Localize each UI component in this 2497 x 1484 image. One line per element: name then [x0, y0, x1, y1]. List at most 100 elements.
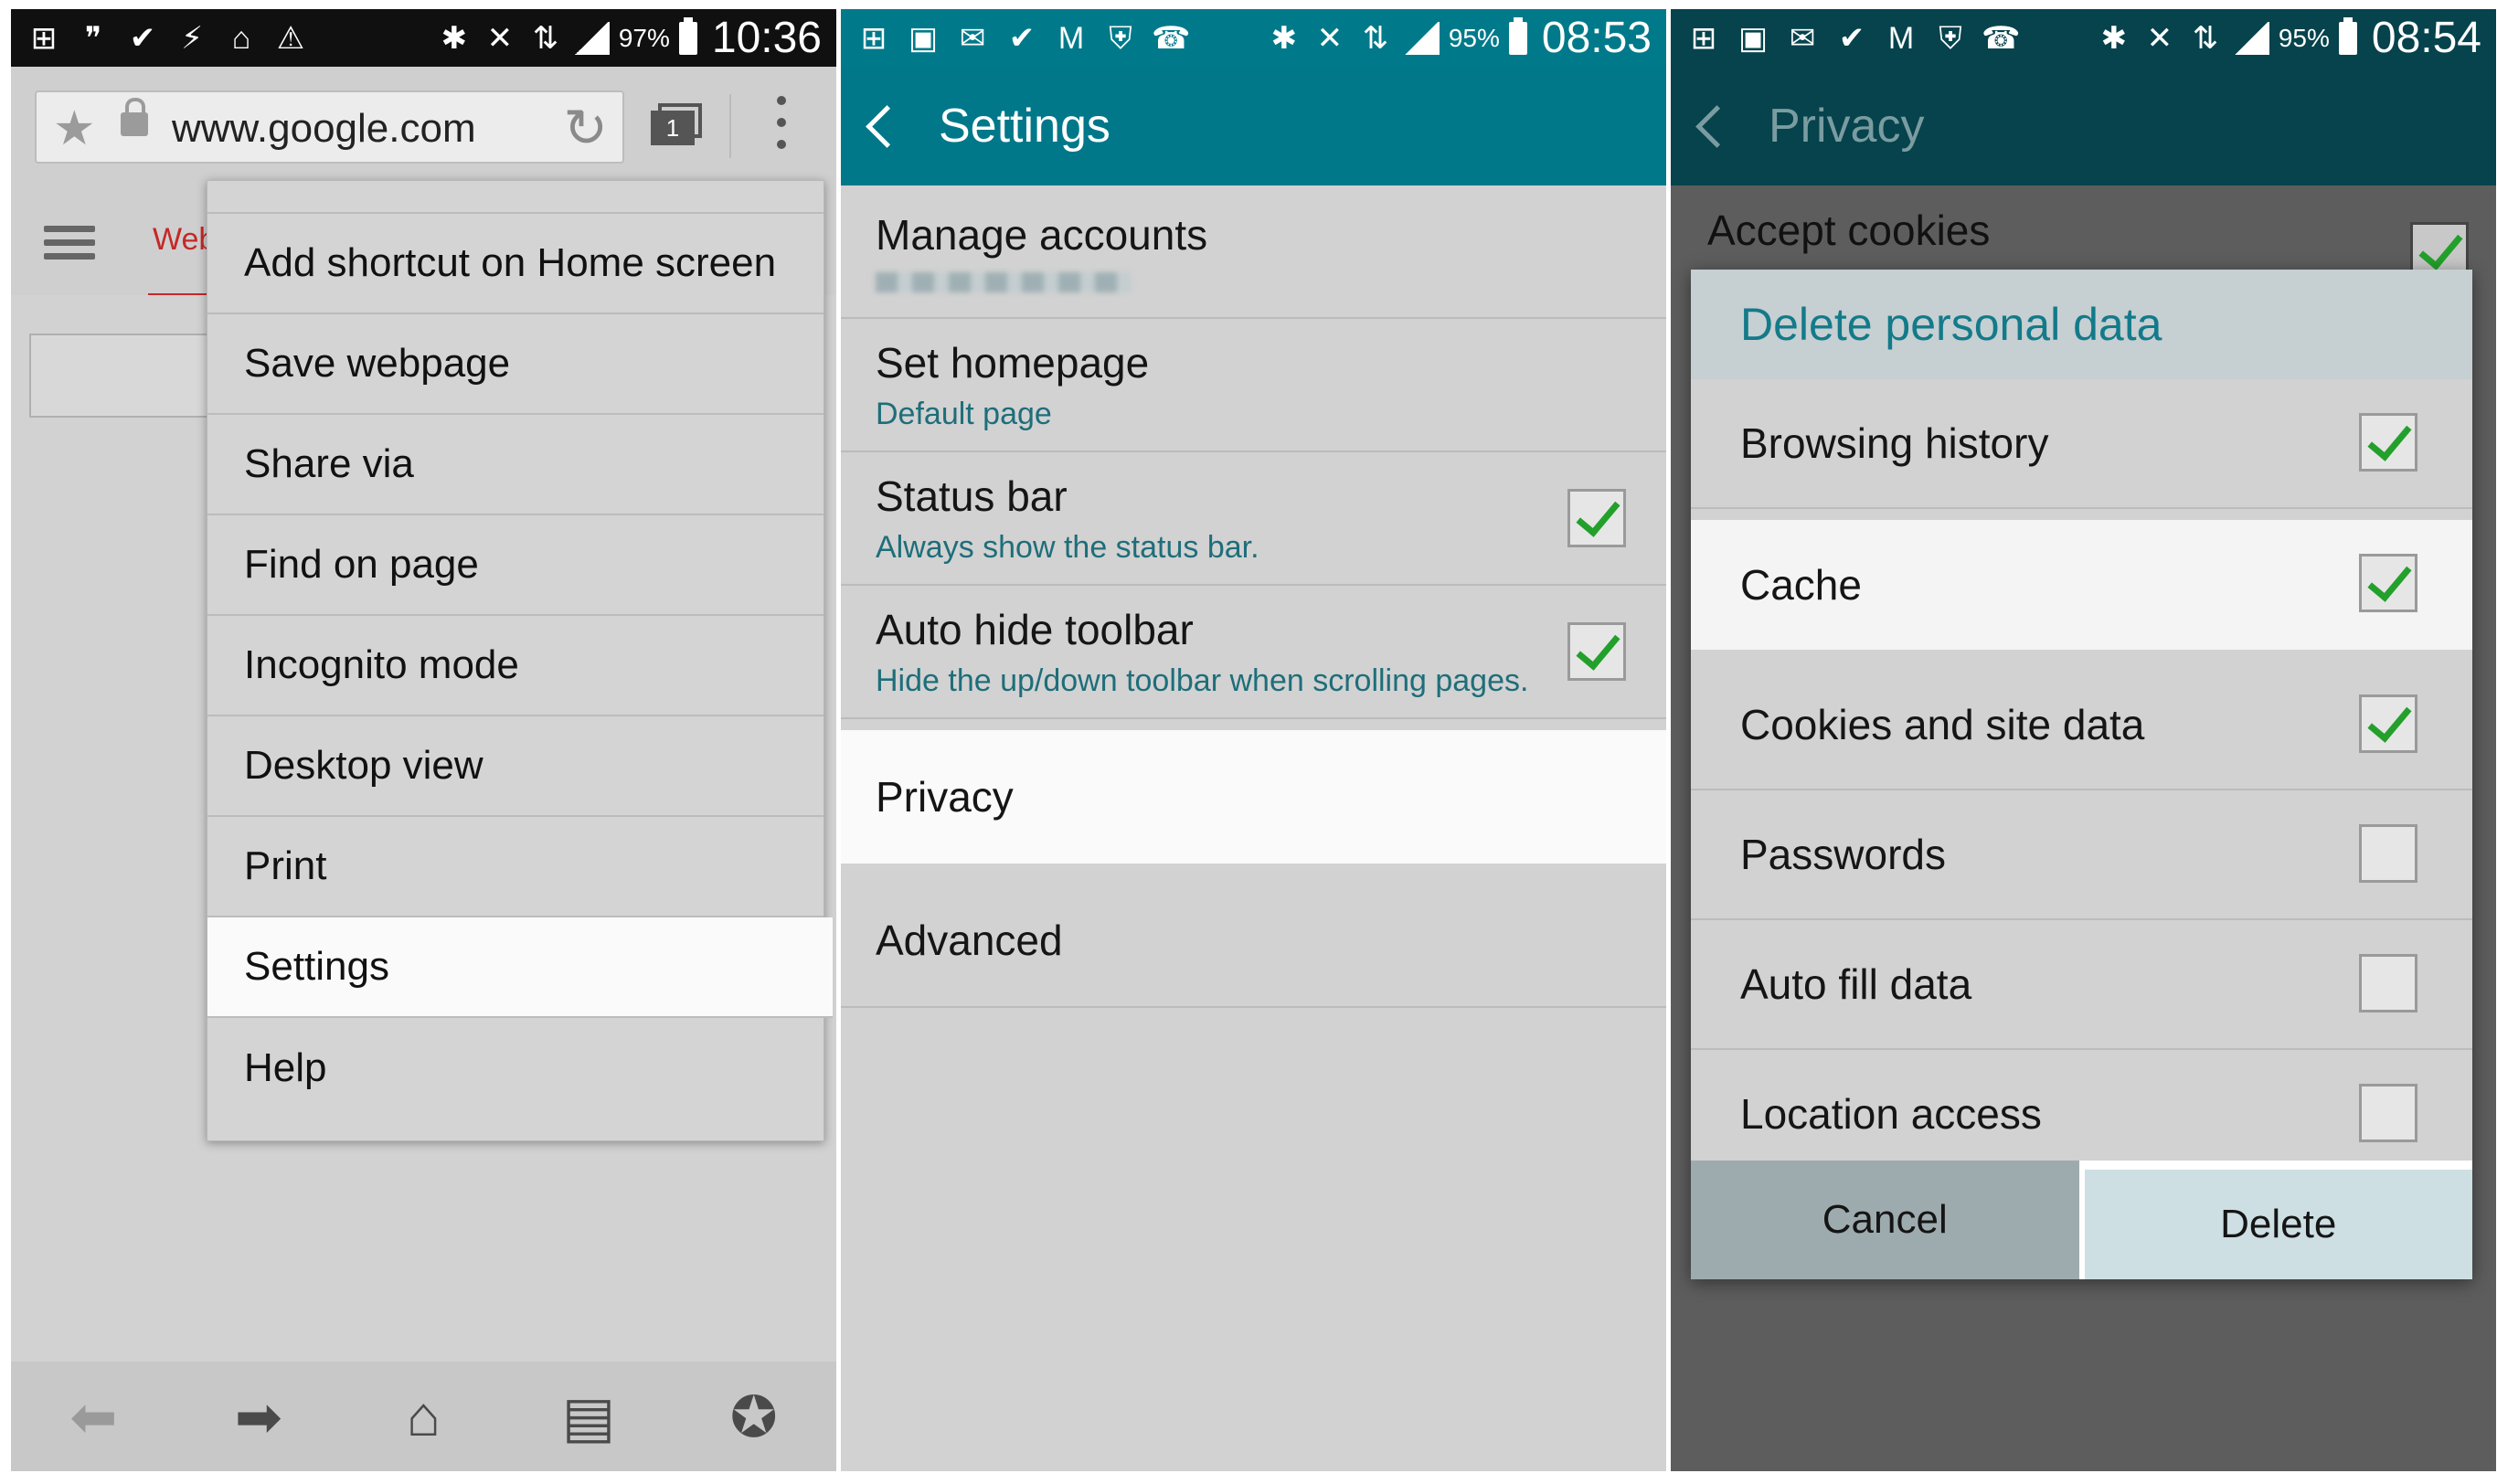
add-notification-icon: ⊞ [860, 20, 887, 56]
shield-icon: ⛨ [1109, 20, 1132, 56]
mute-icon: ✕ [486, 20, 514, 56]
check-shield-icon: ✔ [129, 20, 156, 56]
setting-status-bar[interactable]: Status bar Always show the status bar. [841, 452, 1666, 586]
battery-percent: 95% [2278, 23, 2330, 52]
gmail-icon: M [1887, 20, 1915, 56]
settings-panel: ⊞ ▣ ✉ ✔ M ⛨ ☎ ✱ ✕ ⇅ 95% 08:53 Settings M… [841, 9, 1666, 1471]
bookmarks-icon[interactable]: ✪ [717, 1383, 791, 1450]
setting-auto-hide-toolbar[interactable]: Auto hide toolbar Hide the up/down toolb… [841, 586, 1666, 719]
hamburger-icon[interactable] [44, 226, 95, 260]
cancel-button[interactable]: Cancel [1691, 1161, 2079, 1279]
auto-fill-checkbox[interactable] [2359, 954, 2417, 1012]
shield-icon: ⛨ [1939, 20, 1962, 56]
hangouts-icon: ❞ [84, 20, 102, 56]
home-icon[interactable]: ⌂ [387, 1384, 460, 1449]
back-chevron-icon[interactable] [1695, 104, 1738, 148]
browsing-history-checkbox[interactable] [2359, 413, 2417, 472]
page-title: Settings [939, 100, 1110, 153]
check-icon: ✔ [1008, 20, 1036, 56]
battery-percent: 97% [618, 23, 670, 52]
passwords-checkbox[interactable] [2359, 824, 2417, 883]
lte-icon: ⇅ [2192, 20, 2219, 56]
gallery-icon: ▣ [1737, 20, 1769, 56]
setting-title: Manage accounts [876, 211, 1208, 259]
cookies-checkbox[interactable] [2359, 694, 2417, 753]
menu-item-desktop-view[interactable]: Desktop view [207, 716, 823, 817]
menu-item-find-on-page[interactable]: Find on page [207, 515, 823, 616]
back-chevron-icon[interactable] [866, 104, 908, 148]
lock-icon [121, 98, 148, 136]
menu-item-share-via[interactable]: Share via [207, 415, 823, 515]
mute-icon: ✕ [2146, 20, 2173, 56]
app-notification-icon: ⌂ [231, 20, 251, 56]
battery-icon [1508, 16, 1527, 55]
bluetooth-icon: ✱ [1270, 20, 1298, 56]
option-cookies-site-data[interactable]: Cookies and site data [1691, 661, 2472, 790]
star-icon[interactable]: ★ [53, 103, 96, 154]
dialog-title: Delete personal data [1740, 299, 2162, 350]
option-auto-fill-data[interactable]: Auto fill data [1691, 920, 2472, 1050]
setting-title: Privacy [876, 773, 1014, 821]
setting-summary: Always show the status bar. [876, 529, 1259, 565]
settings-app-bar: Settings [841, 67, 1666, 186]
dialog-buttons: Cancel Delete [1691, 1161, 2472, 1279]
overflow-menu: Add shortcut on Home screen Save webpage… [207, 180, 833, 1141]
option-label: Cache [1740, 561, 1862, 609]
status-bar-checkbox[interactable] [1567, 489, 1626, 547]
location-access-checkbox[interactable] [2359, 1084, 2417, 1142]
address-bar[interactable]: ★ www.google.com ↻ [35, 90, 624, 164]
setting-set-homepage[interactable]: Set homepage Default page [841, 319, 1666, 452]
reload-icon[interactable]: ↻ [563, 102, 608, 155]
setting-title: Set homepage [876, 338, 1150, 387]
google-search-input[interactable] [29, 334, 234, 418]
running-app-icon: ⚡ [181, 20, 203, 56]
signal-icon [2232, 21, 2269, 55]
menu-item-print[interactable]: Print [207, 817, 823, 917]
menu-item-settings[interactable]: Settings [207, 917, 833, 1018]
setting-advanced[interactable]: Advanced [841, 874, 1666, 1008]
option-label: Browsing history [1740, 419, 2049, 467]
forward-arrow-icon[interactable]: ➡ [222, 1383, 295, 1450]
url-text[interactable]: www.google.com [172, 107, 476, 151]
option-cache[interactable]: Cache [1691, 509, 2472, 661]
signal-icon [1402, 21, 1440, 55]
delete-button[interactable]: Delete [2078, 1161, 2472, 1279]
setting-summary: Hide the up/down toolbar when scrolling … [876, 662, 1529, 698]
menu-item-help[interactable]: Help [207, 1018, 823, 1118]
option-label: Location access [1740, 1090, 2042, 1138]
vpn-icon: ☎ [1152, 20, 1191, 56]
dialog-header: Delete personal data [1691, 270, 2472, 379]
option-label: Cookies and site data [1740, 701, 2145, 748]
tabs-icon[interactable]: 1 [651, 103, 702, 145]
bottom-navigation: ⬅ ➡ ⌂ ▤ ✪ [11, 1362, 836, 1471]
menu-item-save-webpage[interactable]: Save webpage [207, 314, 823, 415]
tab-count: 1 [651, 111, 695, 145]
setting-manage-accounts[interactable]: Manage accounts [841, 186, 1666, 319]
setting-title: Auto hide toolbar [876, 605, 1194, 653]
more-icon[interactable] [777, 96, 786, 160]
delete-personal-data-dialog: Delete personal data Browsing history Ca… [1691, 270, 2472, 1279]
email-icon: ✉ [959, 20, 986, 56]
vpn-icon: ☎ [1982, 20, 2021, 56]
setting-summary: Default page [876, 396, 1052, 431]
saved-pages-icon[interactable]: ▤ [552, 1383, 625, 1450]
browser-panel: ⊞ ❞ ✔ ⚡ ⌂ ⚠ ✱ ✕ ⇅ 97% 10:36 ★ www.google… [11, 9, 836, 1471]
bluetooth-icon: ✱ [2100, 20, 2128, 56]
clock: 08:54 [2371, 14, 2481, 62]
back-arrow-icon[interactable]: ⬅ [57, 1383, 130, 1450]
setting-privacy[interactable]: Privacy [841, 730, 1666, 874]
auto-hide-toolbar-checkbox[interactable] [1567, 622, 1626, 681]
option-browsing-history[interactable]: Browsing history [1691, 379, 2472, 509]
menu-item-incognito-mode[interactable]: Incognito mode [207, 616, 823, 716]
check-icon: ✔ [1838, 20, 1865, 56]
setting-title: Status bar [876, 472, 1068, 520]
menu-item-add-shortcut[interactable]: Add shortcut on Home screen [207, 214, 823, 314]
status-bar: ⊞ ❞ ✔ ⚡ ⌂ ⚠ ✱ ✕ ⇅ 97% 10:36 [11, 9, 836, 67]
add-notification-icon: ⊞ [1690, 20, 1717, 56]
gmail-icon: M [1057, 20, 1085, 56]
cache-checkbox[interactable] [2359, 554, 2417, 612]
settings-list: Manage accounts Set homepage Default pag… [841, 186, 1666, 1008]
status-bar: ⊞ ▣ ✉ ✔ M ⛨ ☎ ✱ ✕ ⇅ 95% 08:53 [841, 9, 1666, 67]
gallery-icon: ▣ [908, 20, 939, 56]
option-passwords[interactable]: Passwords [1691, 790, 2472, 920]
